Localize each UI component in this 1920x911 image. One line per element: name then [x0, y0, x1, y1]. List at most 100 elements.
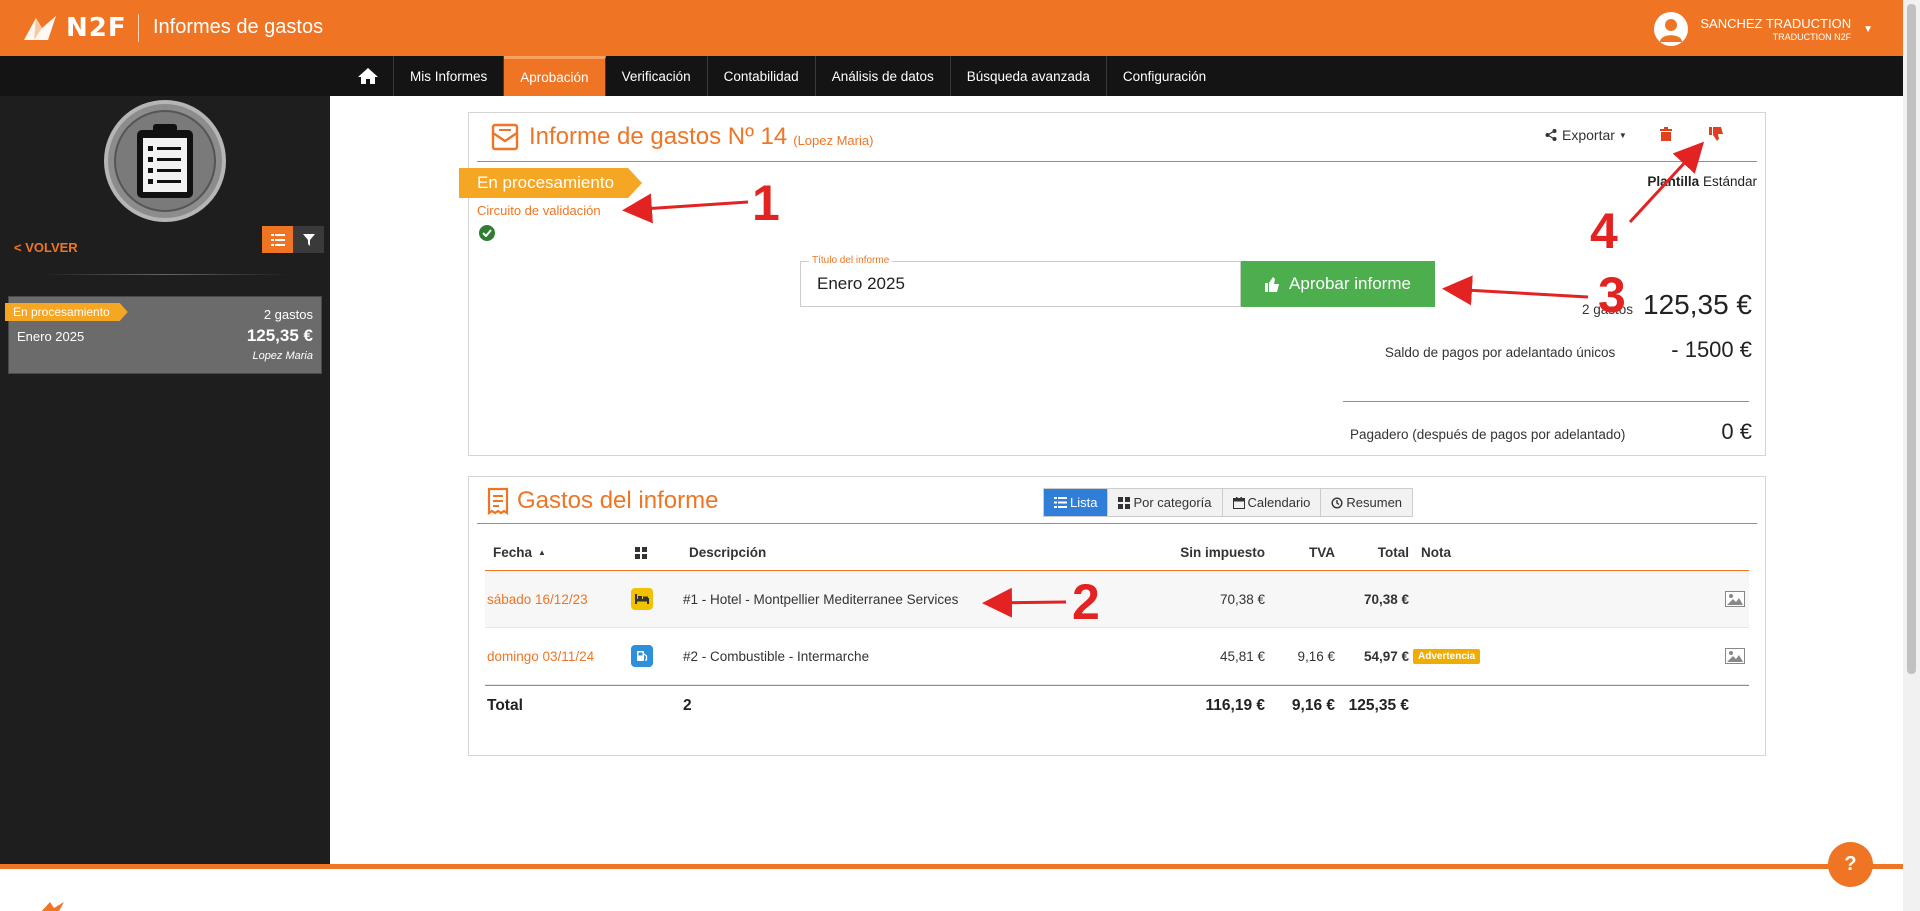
list-view-button[interactable]: [262, 226, 293, 253]
status-badge: En procesamiento: [5, 303, 128, 321]
column-net[interactable]: Sin impuesto: [1135, 535, 1265, 570]
tab-configuracion[interactable]: Configuración: [1107, 56, 1222, 96]
fuel-icon: [631, 645, 653, 667]
help-button[interactable]: ?: [1828, 842, 1873, 887]
check-circle-icon: [479, 225, 495, 241]
receipt-image-button[interactable]: [1725, 628, 1745, 684]
bed-icon: [631, 588, 653, 610]
report-card-title: Enero 2025: [17, 329, 85, 344]
row-date[interactable]: sábado 16/12/23: [487, 571, 588, 627]
user-name: SANCHEZ TRADUCTION: [1700, 16, 1852, 31]
report-card-amount: 125,35 €: [246, 326, 313, 345]
scrollbar-thumb[interactable]: [1907, 4, 1916, 674]
expenses-table: Fecha ▲ Descripción Sin impuesto TVA Tot…: [485, 535, 1749, 725]
back-link[interactable]: < VOLVER: [14, 240, 78, 255]
report-owner: (Lopez Maria): [793, 132, 874, 148]
reject-button[interactable]: [1709, 127, 1725, 146]
total-label: Total: [487, 696, 523, 714]
share-icon: [1545, 129, 1557, 141]
n2f-logo[interactable]: N2F: [20, 10, 130, 46]
tab-aprobacion[interactable]: Aprobación: [504, 56, 606, 96]
report-title-field-label: Título del informe: [809, 255, 893, 266]
tab-mis-informes[interactable]: Mis Informes: [394, 56, 505, 96]
template-label: Plantilla: [1647, 174, 1700, 189]
home-icon: [358, 68, 378, 84]
receipt-image-button[interactable]: [1725, 571, 1745, 627]
page-scrollbar[interactable]: [1903, 0, 1920, 911]
approve-report-button[interactable]: Aprobar informe: [1241, 261, 1435, 307]
table-total-row: Total 2 116,19 € 9,16 € 125,35 €: [485, 685, 1749, 725]
filter-button[interactable]: [293, 226, 324, 253]
status-badge: En procesamiento: [459, 168, 642, 198]
report-card[interactable]: En procesamiento 2 gastos Enero 2025 125…: [8, 296, 322, 374]
tab-analisis-datos[interactable]: Análisis de datos: [816, 56, 951, 96]
main-nav: Mis Informes Aprobación Verificación Con…: [0, 56, 1903, 96]
tab-contabilidad[interactable]: Contabilidad: [708, 56, 816, 96]
header-divider: [138, 14, 139, 42]
row-date[interactable]: domingo 03/11/24: [487, 628, 594, 684]
history-icon: [1331, 496, 1343, 509]
clipboard-icon: [137, 124, 193, 198]
report-card-person: Lopez Maria: [252, 350, 313, 362]
tab-lista[interactable]: Lista: [1044, 489, 1109, 516]
report-title-input[interactable]: [817, 274, 1217, 294]
row-net: 70,38 €: [1219, 591, 1265, 607]
row-tax: 9,16 €: [1297, 648, 1335, 664]
avatar: [1654, 12, 1689, 46]
filter-icon: [302, 233, 315, 246]
tab-calendario[interactable]: Calendario: [1222, 489, 1322, 516]
warning-note: Advertencia: [1413, 628, 1481, 684]
export-label: Exportar: [1562, 127, 1615, 143]
validation-circuit-link[interactable]: Circuito de validación: [477, 203, 601, 218]
template-info: Plantilla Estándar: [1647, 174, 1757, 189]
column-description[interactable]: Descripción: [689, 535, 766, 570]
table-header-row: Fecha ▲ Descripción Sin impuesto TVA Tot…: [485, 535, 1749, 571]
tab-resumen[interactable]: Resumen: [1321, 489, 1413, 516]
total-amount: 125,35 €: [1348, 696, 1409, 714]
row-total: 54,97 €: [1363, 648, 1409, 664]
table-row[interactable]: domingo 03/11/24 #2 - Combustible - Inte…: [485, 628, 1749, 685]
thumbs-down-icon: [1709, 127, 1723, 141]
export-dropdown[interactable]: Exportar ▼: [1545, 127, 1627, 143]
user-menu[interactable]: SANCHEZ TRADUCTION TRADUCTION N2F ▼: [1654, 12, 1873, 46]
column-total[interactable]: Total: [1345, 535, 1409, 570]
row-category: [631, 571, 653, 627]
template-value: Estándar: [1702, 174, 1757, 189]
row-category: [631, 628, 653, 684]
report-title-field[interactable]: Título del informe: [800, 255, 1241, 307]
column-date[interactable]: Fecha ▲: [493, 535, 546, 570]
column-date-label: Fecha: [493, 545, 533, 560]
delete-button[interactable]: [1660, 127, 1672, 146]
home-button[interactable]: [343, 56, 394, 96]
caret-down-icon: ▼: [1618, 130, 1627, 140]
table-row[interactable]: sábado 16/12/23 #1 - Hotel - Montpellier…: [485, 571, 1749, 628]
row-description: #1 - Hotel - Montpellier Mediterranee Se…: [683, 591, 959, 607]
sidebar: < VOLVER En procesamiento 2 gastos Enero…: [0, 96, 330, 864]
footer-divider: [0, 864, 1903, 869]
view-tabs: Lista Por categoría Calendario Resumen: [1043, 488, 1414, 517]
annotation-4: 4: [1590, 203, 1618, 259]
top-header: N2F Informes de gastos SANCHEZ TRADUCTIO…: [0, 0, 1903, 56]
tab-busqueda-avanzada[interactable]: Búsqueda avanzada: [951, 56, 1107, 96]
thumbs-up-icon: [1265, 276, 1280, 292]
row-description: #2 - Combustible - Intermarche: [683, 648, 870, 664]
tab-verificacion[interactable]: Verificación: [606, 56, 708, 96]
calendar-icon: [1232, 496, 1245, 509]
column-note[interactable]: Nota: [1421, 535, 1451, 570]
column-tax[interactable]: TVA: [1275, 535, 1335, 570]
payable-label: Pagadero (después de pagos por adelantad…: [1349, 427, 1626, 442]
row-total: 70,38 €: [1363, 591, 1409, 607]
tab-lista-label: Lista: [1070, 495, 1098, 510]
tab-por-categoria[interactable]: Por categoría: [1108, 489, 1223, 516]
grid-icon: [1118, 496, 1131, 509]
title-underline: [477, 161, 1757, 162]
image-icon: [1725, 591, 1745, 607]
report-title: Informe de gastos Nº 14: [529, 123, 788, 150]
receipt-icon: [487, 487, 509, 515]
report-card-count: 2 gastos: [263, 307, 313, 322]
caret-down-icon: ▼: [1863, 23, 1873, 35]
image-icon: [1725, 648, 1745, 664]
summary-divider: [1343, 401, 1749, 402]
app-title: Informes de gastos: [153, 16, 324, 38]
list-icon: [1054, 497, 1067, 508]
